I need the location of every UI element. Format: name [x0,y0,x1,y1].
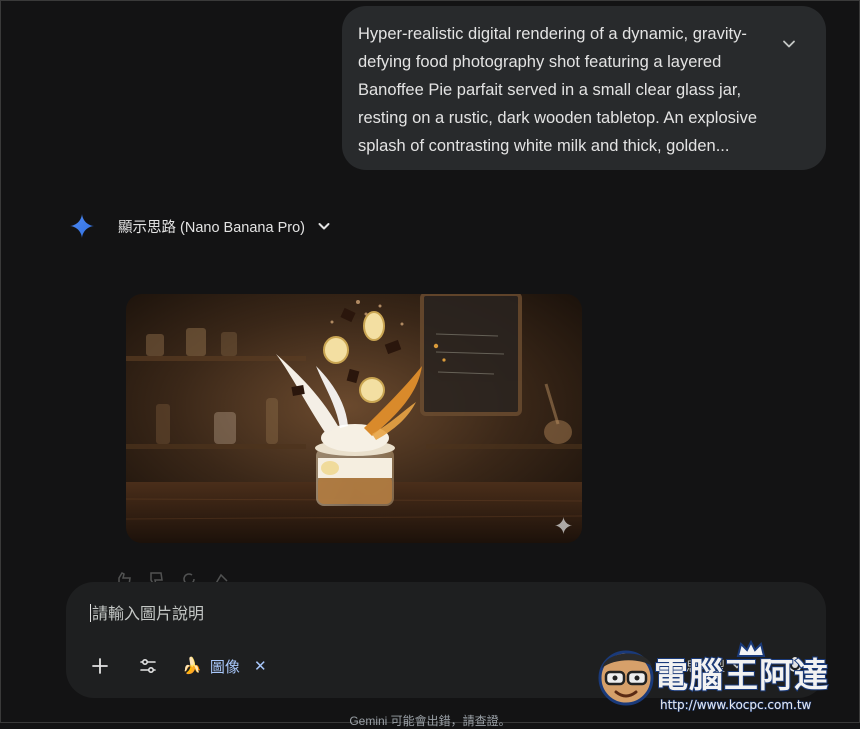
prompt-input[interactable]: 請輸入圖片說明 [90,604,690,626]
user-prompt-bubble: Hyper-realistic digital rendering of a d… [342,6,826,170]
mascot-logo [598,650,654,706]
close-icon[interactable]: ✕ [254,657,267,675]
chevron-down-icon[interactable] [315,217,333,235]
expand-prompt-button[interactable] [778,33,800,55]
banana-icon: 🍌 [182,658,202,675]
gemini-watermark-icon [554,516,573,535]
input-toolbar: 🍌 圖像 ✕ [88,654,267,678]
site-url: http://www.kocpc.com.tw [659,698,812,713]
chevron-down-icon [783,40,795,48]
add-icon [92,658,108,674]
prompt-placeholder: 請輸入圖片說明 [92,606,205,623]
banoffee-parfait-illustration [126,294,582,543]
user-prompt-text: Hyper-realistic digital rendering of a d… [358,25,757,155]
tune-icon [140,658,156,674]
generated-image[interactable] [126,294,582,543]
image-tool-chip[interactable]: 🍌 圖像 ✕ [182,656,267,677]
response-header: 顯示思路 (Nano Banana Pro) [68,212,333,240]
image-tool-label: 圖像 [209,658,240,676]
gemini-spark-icon [70,214,94,238]
tools-button[interactable] [136,654,160,678]
add-button[interactable] [88,654,112,678]
site-title: 電腦王阿達 [653,655,829,697]
show-thinking-toggle[interactable]: 顯示思路 (Nano Banana Pro) [118,216,305,237]
site-watermark: 電腦王阿達 http://www.kocpc.com.tw [596,640,858,722]
text-caret [90,604,91,622]
